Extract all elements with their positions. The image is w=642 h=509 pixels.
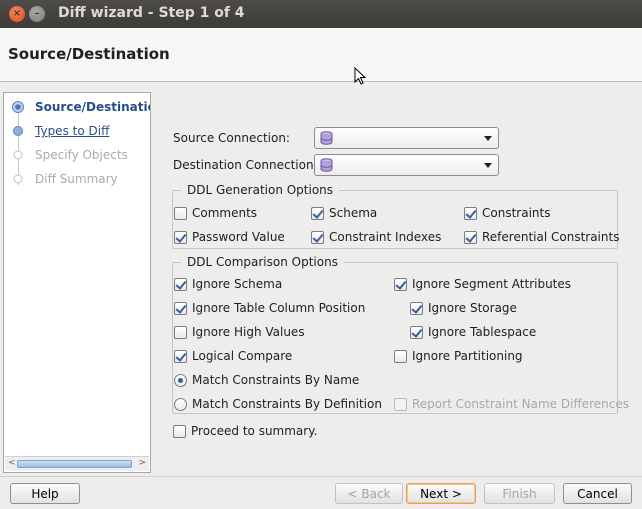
step-source-destination[interactable]: Source/Destination (4, 96, 150, 118)
next-button[interactable]: Next > (406, 483, 476, 504)
checkbox-label: Ignore High Values (192, 325, 305, 339)
radio-label: Match Constraints By Name (192, 373, 360, 387)
page-title: Source/Destination (8, 45, 170, 63)
checkbox-box (394, 398, 407, 411)
checkbox-box[interactable] (464, 231, 477, 244)
cancel-button[interactable]: Cancel (563, 483, 632, 504)
checkbox-box[interactable] (394, 278, 407, 291)
checkbox-label: Proceed to summary. (191, 424, 318, 438)
step-node-icon (13, 150, 23, 160)
step-label: Diff Summary (35, 172, 118, 186)
database-icon (320, 131, 333, 145)
radio-button[interactable] (174, 374, 187, 387)
checkbox-label: Logical Compare (192, 349, 293, 363)
destination-connection-select[interactable] (314, 154, 499, 176)
minimize-icon: – (34, 8, 40, 19)
checkbox-box[interactable] (174, 326, 187, 339)
checkbox-label: Ignore Table Column Position (192, 301, 366, 315)
radio-button[interactable] (174, 398, 187, 411)
checkbox-box[interactable] (174, 207, 187, 220)
checkbox-box[interactable] (311, 231, 324, 244)
scroll-left-icon[interactable]: < (8, 458, 16, 468)
radio-label: Match Constraints By Definition (192, 397, 382, 411)
checkbox-box[interactable] (410, 326, 423, 339)
checkbox-label: Comments (192, 206, 258, 220)
current-step-icon (12, 101, 24, 113)
checkbox-box[interactable] (174, 278, 187, 291)
source-connection-label: Source Connection: (173, 131, 290, 145)
finish-button: Finish (484, 483, 555, 504)
destination-connection-label: Destination Connection: (173, 158, 318, 172)
checkbox-box[interactable] (174, 231, 187, 244)
step-label: Types to Diff (35, 124, 110, 138)
checkbox-label: Password Value (192, 230, 285, 244)
window-titlebar: × – Diff wizard - Step 1 of 4 (0, 0, 642, 28)
source-connection-select[interactable] (314, 127, 499, 149)
horizontal-scrollbar[interactable]: < > (5, 456, 149, 471)
group-title: DDL Comparison Options (181, 255, 344, 269)
close-icon: × (12, 8, 22, 19)
window-minimize-button[interactable]: – (29, 6, 45, 22)
help-button[interactable]: Help (10, 483, 80, 504)
checkbox-label: Ignore Tablespace (428, 325, 537, 339)
checkbox-label: Schema (329, 206, 378, 220)
checkbox-box[interactable] (173, 425, 186, 438)
scrollbar-thumb[interactable] (17, 460, 132, 468)
checkbox-box[interactable] (174, 350, 187, 363)
checkbox-box[interactable] (174, 302, 187, 315)
window-close-button[interactable]: × (9, 6, 25, 22)
mouse-cursor-icon (354, 67, 366, 85)
step-node-icon (13, 174, 23, 184)
chevron-down-icon (484, 136, 492, 141)
back-button: < Back (335, 483, 403, 504)
checkbox-label: Report Constraint Name Differences (412, 397, 629, 411)
window-title: Diff wizard - Step 1 of 4 (58, 5, 245, 21)
step-node-icon (13, 126, 23, 136)
database-icon (320, 158, 333, 172)
wizard-steps-panel: Source/Destination Types to Diff Specify… (3, 92, 151, 473)
checkbox-box[interactable] (394, 350, 407, 363)
checkbox-box[interactable] (311, 207, 324, 220)
checkbox-label: Referential Constraints (482, 230, 620, 244)
step-label: Source/Destination (35, 100, 150, 114)
checkbox-box[interactable] (410, 302, 423, 315)
scroll-right-icon[interactable]: > (138, 458, 146, 468)
wizard-header: Source/Destination (0, 28, 642, 85)
step-types-to-diff[interactable]: Types to Diff (4, 120, 150, 142)
checkbox-label: Constraints (482, 206, 551, 220)
checkbox-label: Ignore Schema (192, 277, 283, 291)
checkbox-box[interactable] (464, 207, 477, 220)
checkbox-label: Ignore Storage (428, 301, 517, 315)
step-diff-summary: Diff Summary (4, 168, 150, 190)
checkbox-label: Constraint Indexes (329, 230, 442, 244)
step-label: Specify Objects (35, 148, 128, 162)
footer-divider (0, 476, 642, 477)
group-title: DDL Generation Options (181, 183, 340, 197)
step-specify-objects: Specify Objects (4, 144, 150, 166)
checkbox-label: Ignore Partitioning (412, 349, 523, 363)
chevron-down-icon (484, 163, 492, 168)
checkbox-label: Ignore Segment Attributes (412, 277, 572, 291)
